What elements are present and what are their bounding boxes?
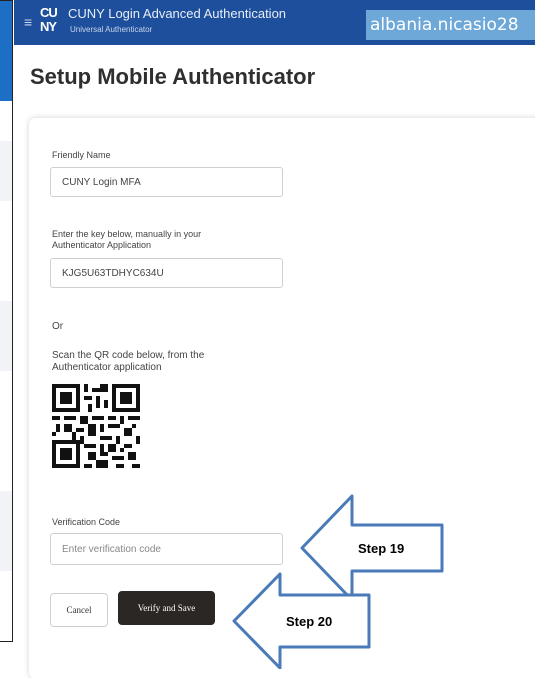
qr-label: Scan the QR code below, from the Authent… — [52, 350, 205, 373]
friendly-name-input[interactable] — [50, 167, 283, 197]
verification-code-input[interactable] — [50, 533, 283, 565]
left-panel-band — [0, 301, 12, 371]
step20-label: Step 20 — [286, 614, 333, 629]
verify-and-save-button[interactable]: Verify and Save — [118, 591, 215, 625]
cuny-logo: CU NY — [40, 5, 58, 34]
friendly-name-label: Friendly Name — [52, 150, 111, 160]
username-display[interactable]: albania.nicasio28 — [366, 10, 535, 40]
secret-key-input[interactable] — [50, 258, 283, 288]
hamburger-icon[interactable]: ≡ — [24, 14, 32, 30]
page-title: Setup Mobile Authenticator — [30, 64, 316, 89]
key-label: Enter the key below, manually in your Au… — [52, 229, 202, 250]
or-text: Or — [52, 321, 64, 332]
app-header: ≡ CU NY CUNY Login Advanced Authenticati… — [14, 0, 535, 45]
left-panel — [0, 0, 13, 642]
cancel-button[interactable]: Cancel — [50, 593, 108, 627]
left-panel-band — [0, 491, 12, 571]
left-panel-band — [0, 141, 12, 201]
app-title: CUNY Login Advanced Authentication — [68, 6, 287, 21]
qr-code — [52, 384, 140, 468]
step19-label: Step 19 — [358, 541, 405, 556]
verification-code-label: Verification Code — [52, 517, 121, 527]
left-panel-accent — [0, 1, 12, 101]
app-subtitle: Universal Authenticator — [70, 25, 153, 34]
